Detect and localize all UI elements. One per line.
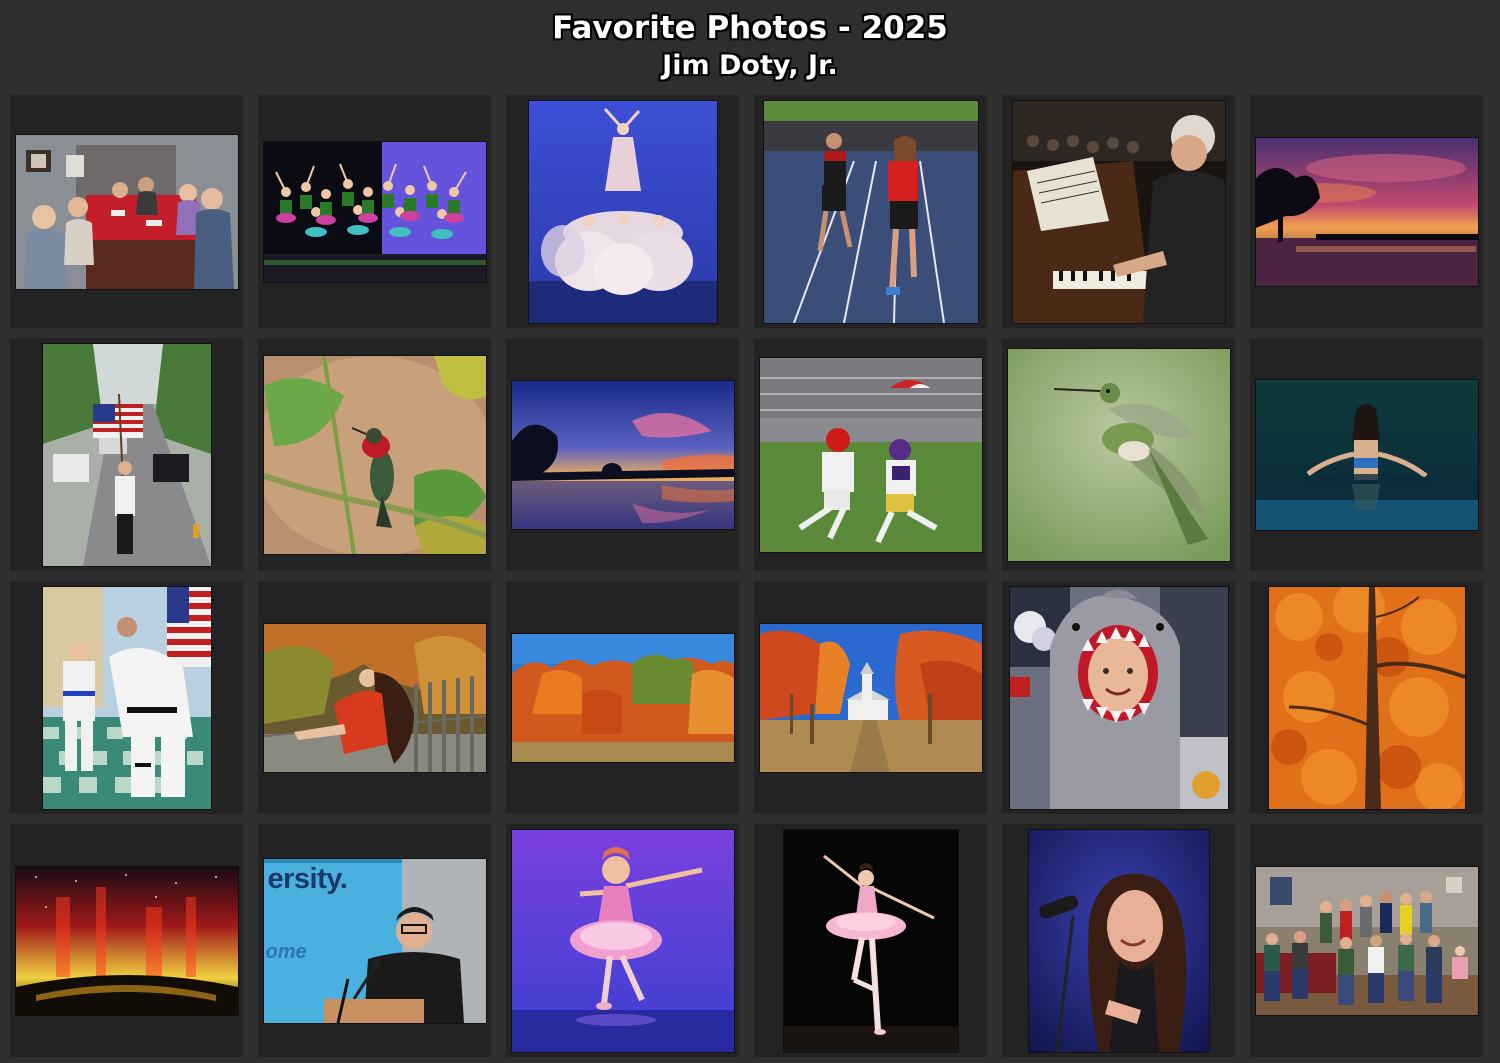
photo-lake-sunset[interactable] bbox=[511, 380, 734, 529]
header: Favorite Photos - 2025 Jim Doty, Jr. bbox=[0, 8, 1500, 84]
photo-tile[interactable] bbox=[1002, 581, 1235, 814]
photo-woman-red-dress[interactable] bbox=[263, 623, 486, 772]
photo-ballerina-pink[interactable] bbox=[783, 829, 958, 1052]
photo-tile[interactable] bbox=[258, 581, 491, 814]
photo-tile[interactable] bbox=[258, 338, 491, 571]
photo-grid: ersity. ome bbox=[10, 95, 1483, 1057]
photo-tile[interactable] bbox=[258, 95, 491, 328]
photo-tile[interactable] bbox=[10, 824, 243, 1057]
photo-woman-in-water[interactable] bbox=[1255, 379, 1478, 530]
photo-orange-leaves[interactable] bbox=[1268, 586, 1465, 809]
photo-shark-costume[interactable] bbox=[1009, 586, 1228, 809]
photo-tile[interactable] bbox=[506, 824, 739, 1057]
photo-singer[interactable] bbox=[1028, 829, 1209, 1052]
photo-tile[interactable] bbox=[1250, 824, 1483, 1057]
photo-youth-football[interactable] bbox=[759, 357, 982, 552]
photo-track-runners[interactable] bbox=[763, 100, 978, 323]
photo-flag-parade[interactable] bbox=[42, 343, 211, 566]
photo-tile[interactable] bbox=[754, 338, 987, 571]
photo-aurora[interactable] bbox=[15, 866, 238, 1015]
photo-tile[interactable] bbox=[10, 95, 243, 328]
photo-tile[interactable] bbox=[1250, 338, 1483, 571]
photo-tile[interactable] bbox=[506, 95, 739, 328]
photo-young-ballerina[interactable] bbox=[511, 829, 734, 1052]
photo-ballet-fairies[interactable] bbox=[528, 100, 717, 323]
photo-karate-class[interactable] bbox=[42, 586, 211, 809]
photo-family-dinner[interactable] bbox=[15, 134, 238, 289]
photo-autumn-trees[interactable] bbox=[511, 633, 734, 762]
photo-family-group[interactable] bbox=[1255, 866, 1478, 1015]
photo-tile[interactable]: ersity. ome bbox=[258, 824, 491, 1057]
page-subtitle: Jim Doty, Jr. bbox=[662, 50, 838, 81]
photo-country-church[interactable] bbox=[759, 623, 982, 772]
photo-tile[interactable] bbox=[754, 824, 987, 1057]
photo-tile[interactable] bbox=[10, 581, 243, 814]
photo-tile[interactable] bbox=[506, 581, 739, 814]
page-title: Favorite Photos - 2025 bbox=[552, 10, 948, 46]
photo-tile[interactable] bbox=[10, 338, 243, 571]
photo-tile[interactable] bbox=[1002, 95, 1235, 328]
photo-pianist[interactable] bbox=[1012, 100, 1225, 323]
photo-tile[interactable] bbox=[506, 338, 739, 571]
photo-tile[interactable] bbox=[1250, 95, 1483, 328]
photo-tile[interactable] bbox=[754, 95, 987, 328]
photo-hummingbird-perched[interactable] bbox=[263, 355, 486, 554]
photo-speaker-podium[interactable]: ersity. ome bbox=[263, 858, 486, 1023]
photo-hummingbird-flight[interactable] bbox=[1007, 348, 1230, 561]
photo-purple-sunset[interactable] bbox=[1255, 137, 1478, 286]
photo-tile[interactable] bbox=[1002, 824, 1235, 1057]
photo-tile[interactable] bbox=[754, 581, 987, 814]
photo-dance-troupe[interactable] bbox=[263, 141, 486, 282]
photo-tile[interactable] bbox=[1250, 581, 1483, 814]
photo-tile[interactable] bbox=[1002, 338, 1235, 571]
